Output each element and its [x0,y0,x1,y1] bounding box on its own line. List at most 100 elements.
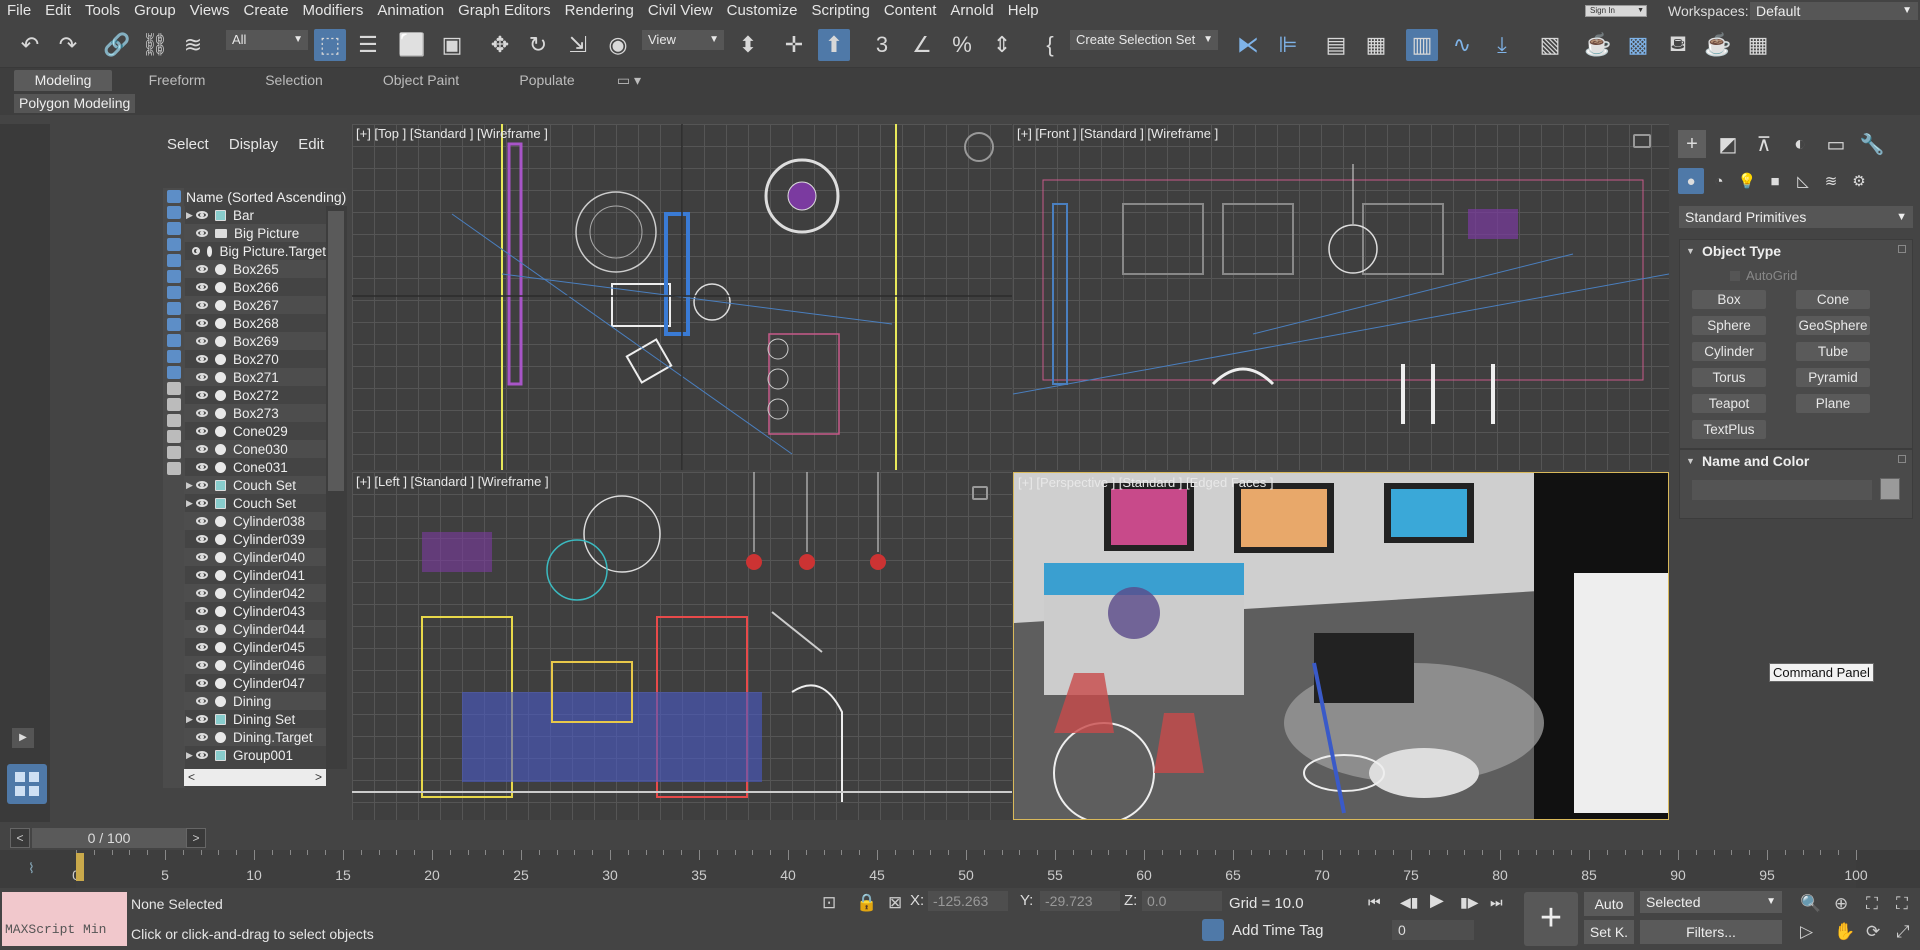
list-item[interactable]: Box273 [184,404,326,422]
visibility-eye-icon[interactable] [196,571,208,579]
visibility-eye-icon[interactable] [196,463,208,471]
viewport-label-left[interactable]: [+] [Left ] [Standard ] [Wireframe ] [356,474,549,489]
bind-space-warp-icon[interactable]: ≋ [177,29,209,61]
go-to-start-icon[interactable]: ⏮ [1368,894,1381,911]
filter-icon[interactable] [167,414,181,427]
go-to-end-icon[interactable]: ⏭ [1490,894,1503,911]
menu-modifiers[interactable]: Modifiers [296,0,371,22]
menu-animation[interactable]: Animation [370,0,451,22]
expand-arrow-icon[interactable]: ▶ [186,714,194,725]
list-item[interactable]: Cylinder046 [184,656,326,674]
list-item[interactable]: ▶ Dining Set [184,710,326,728]
list-item[interactable]: Cone029 [184,422,326,440]
pivot-center-icon[interactable]: ⬍ [732,29,764,61]
viewport-front[interactable]: [+] [Front ] [Standard ] [Wireframe ] [1013,124,1669,470]
list-item[interactable]: Big Picture.Target [184,242,326,260]
next-frame-icon[interactable]: ▮▶ [1460,894,1478,911]
list-item[interactable]: ▶ Couch Set [184,476,326,494]
menu-create[interactable]: Create [237,0,296,22]
zoom-all-icon[interactable]: ⊕ [1834,894,1848,914]
utilities-tab-icon[interactable]: 🔧 [1858,130,1886,158]
visibility-eye-icon[interactable] [196,733,208,741]
filter-icon[interactable] [167,382,181,395]
sphere-button[interactable]: Sphere [1692,316,1766,335]
named-selection-set-select[interactable]: Create Selection Set ▼ [1070,30,1218,50]
field-of-view-icon[interactable]: ▷ [1800,922,1813,942]
list-item[interactable]: Box267 [184,296,326,314]
tab-selection[interactable]: Selection [242,70,346,91]
polygon-modeling-panel[interactable]: Polygon Modeling [14,94,136,113]
list-item[interactable]: Cone031 [184,458,326,476]
menu-scripting[interactable]: Scripting [804,0,876,22]
select-object-icon[interactable]: ⬚ [314,29,346,61]
selection-filter-select[interactable]: All ▼ [226,30,308,50]
visibility-eye-icon[interactable] [191,247,200,255]
redo-icon[interactable]: ↷ [52,29,84,61]
visibility-eye-icon[interactable] [196,229,208,237]
lights-icon[interactable]: 💡 [1734,168,1760,194]
expand-arrow-icon[interactable]: ▶ [186,750,194,761]
visibility-eye-icon[interactable] [196,391,208,399]
snaps-toggle-icon[interactable]: 3 [866,29,898,61]
viewcube-icon[interactable] [972,486,988,500]
display-tab-icon[interactable]: ▭ [1822,130,1850,158]
list-item[interactable]: Cylinder043 [184,602,326,620]
cylinder-button[interactable]: Cylinder [1692,342,1766,361]
visibility-eye-icon[interactable] [196,535,208,543]
chevron-right-icon[interactable]: > [315,770,322,784]
auto-key-button[interactable]: Auto [1584,892,1634,916]
time-slider-frame[interactable]: 0 / 100 [32,828,186,848]
pan-icon[interactable]: ✋ [1834,922,1855,942]
filter-icon[interactable] [167,302,181,315]
visibility-eye-icon[interactable] [196,553,208,561]
teapot-button[interactable]: Teapot [1692,394,1766,413]
play-icon[interactable]: ▶ [1430,890,1444,911]
list-item[interactable]: Cylinder040 [184,548,326,566]
filter-icon[interactable] [167,222,181,235]
viewport-label-perspective[interactable]: [+] [Perspective ] [Standard ] [Edged Fa… [1018,475,1273,490]
box-button[interactable]: Box [1692,290,1766,309]
render-production-icon[interactable]: ⛾ [1662,29,1694,61]
list-item[interactable]: Box270 [184,350,326,368]
rollout-handle-icon[interactable] [1898,455,1906,463]
list-item[interactable]: Cone030 [184,440,326,458]
list-item[interactable]: Cylinder041 [184,566,326,584]
systems-icon[interactable]: ⚙ [1846,168,1872,194]
list-item[interactable]: Box266 [184,278,326,296]
viewcube-icon[interactable] [964,132,994,162]
visibility-eye-icon[interactable] [196,625,208,633]
hierarchy-tab-icon[interactable]: ⊼ [1750,130,1778,158]
current-frame-spinner[interactable]: 0 [1392,920,1474,940]
set-key-icon[interactable]: + [1524,892,1578,946]
zoom-icon[interactable]: 🔍 [1800,894,1821,914]
workspace-select[interactable]: Default ▼ [1750,2,1918,20]
selection-lock-icon[interactable]: 🔒 [856,893,877,913]
tube-button[interactable]: Tube [1796,342,1870,361]
list-item[interactable]: Big Picture [184,224,326,242]
visibility-eye-icon[interactable] [196,499,208,507]
plane-button[interactable]: Plane [1796,394,1870,413]
toggle-ribbon-icon[interactable]: ▥ [1406,29,1438,61]
play-icon[interactable]: ▶ [12,728,34,748]
y-coordinate-field[interactable]: -29.723 [1040,891,1120,911]
select-manipulate-icon[interactable]: ✛ [778,29,810,61]
undo-icon[interactable]: ↶ [14,29,46,61]
select-by-name-icon[interactable]: ☰ [352,29,384,61]
list-item[interactable]: Dining.Target [184,728,326,746]
visibility-eye-icon[interactable] [196,589,208,597]
cone-button[interactable]: Cone [1796,290,1870,309]
visibility-eye-icon[interactable] [196,517,208,525]
visibility-eye-icon[interactable] [196,751,208,759]
viewport-left[interactable]: [+] [Left ] [Standard ] [Wireframe ] [352,472,1012,820]
visibility-eye-icon[interactable] [196,301,208,309]
mini-curve-editor-icon[interactable]: ⌇ [28,860,35,877]
visibility-eye-icon[interactable] [196,715,208,723]
viewport-label-front[interactable]: [+] [Front ] [Standard ] [Wireframe ] [1017,126,1218,141]
menu-customize[interactable]: Customize [720,0,805,22]
scene-explorer-scrollbar[interactable] [326,206,347,769]
motion-tab-icon[interactable]: ◐ [1786,130,1814,158]
expand-arrow-icon[interactable]: ▶ [186,210,194,221]
rect-selection-icon[interactable]: ⬜ [396,29,428,61]
chevron-left-icon[interactable]: < [10,828,30,848]
name-and-color-header[interactable]: Name and Color [1680,450,1912,472]
